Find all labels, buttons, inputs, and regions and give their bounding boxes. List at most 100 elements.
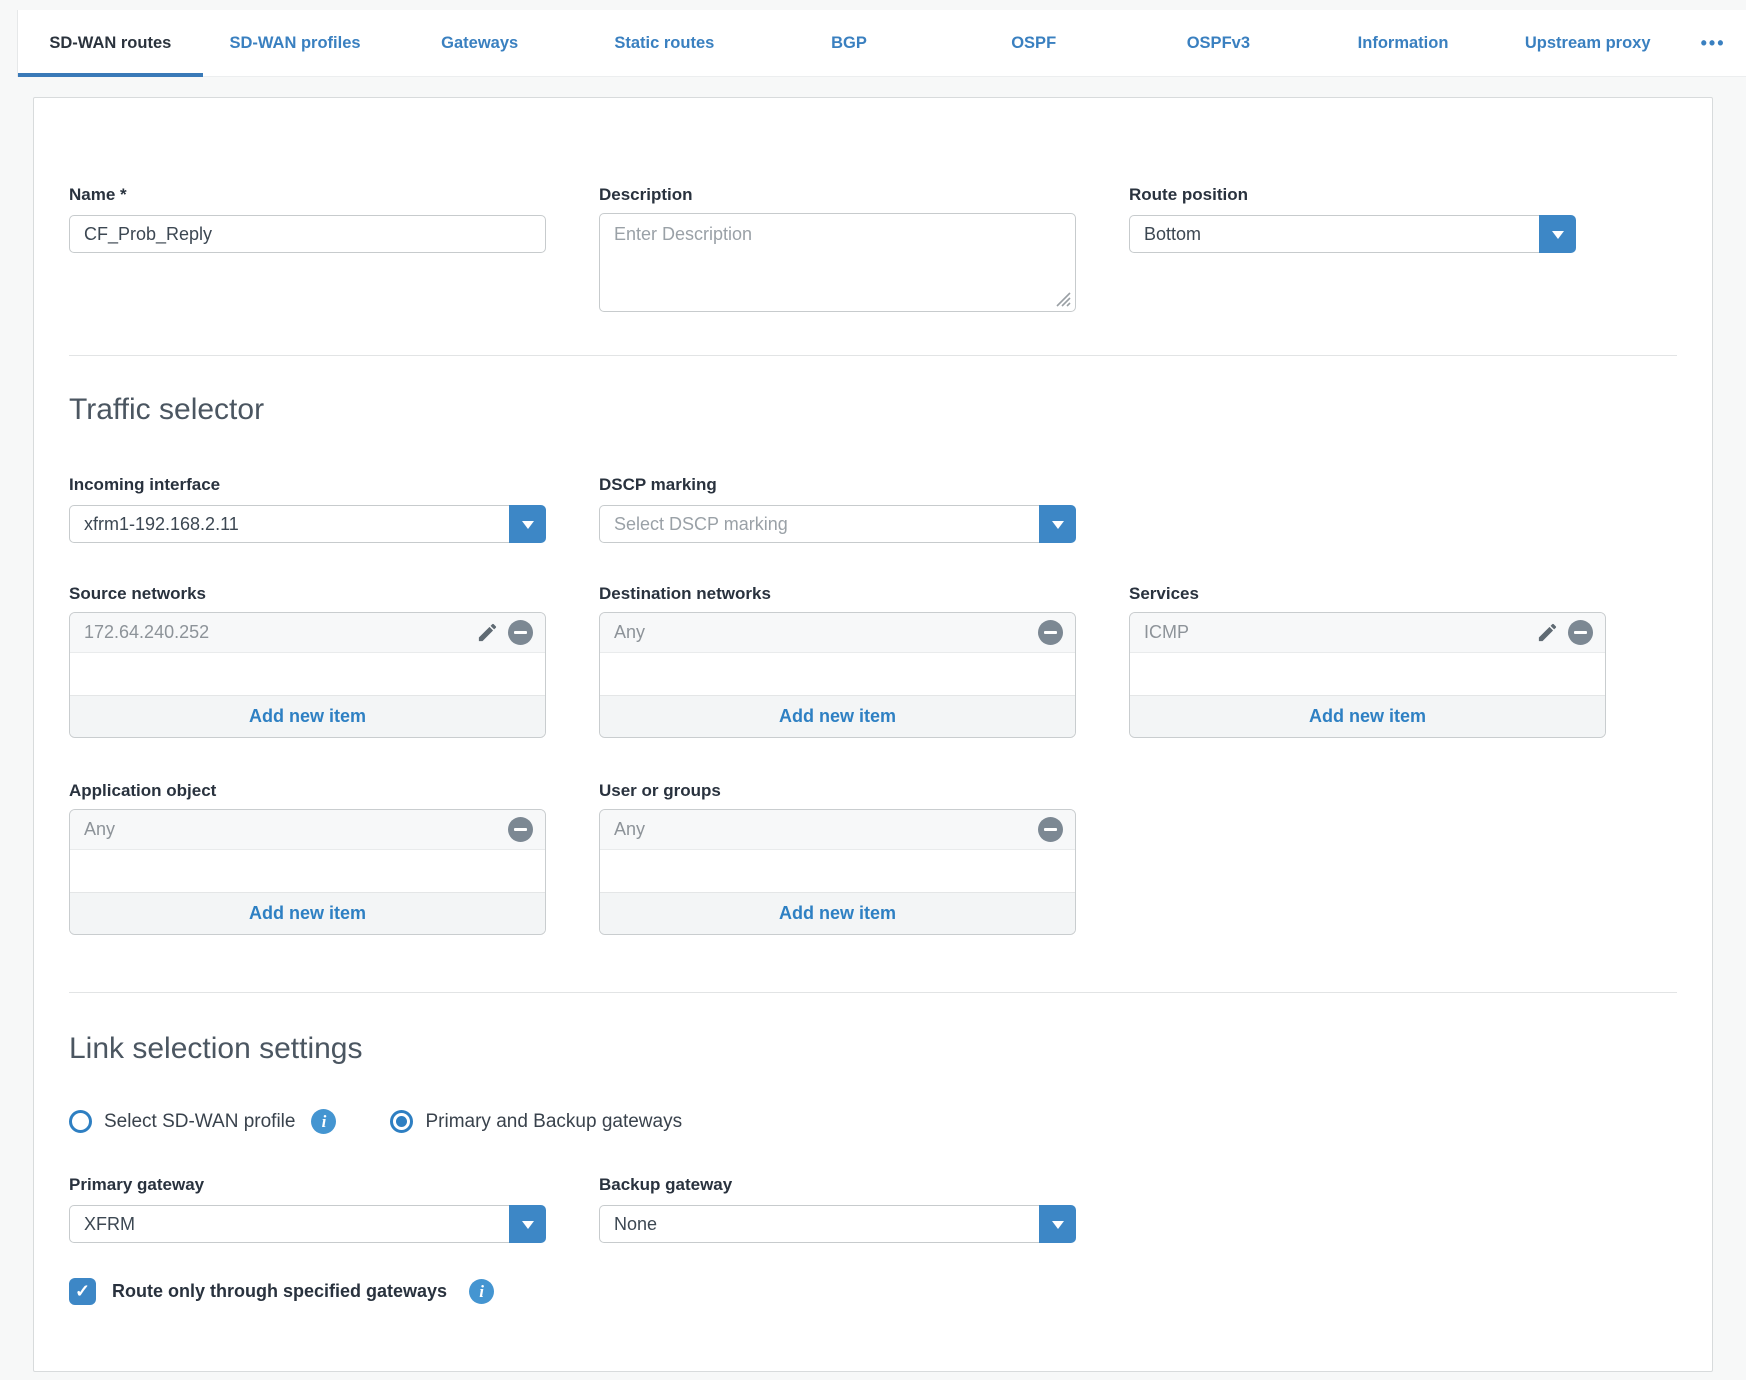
primary-gateway-value[interactable]: XFRM bbox=[69, 1205, 509, 1243]
route-position-dropdown[interactable]: Bottom bbox=[1129, 215, 1576, 253]
services-group: Services ICMP Add new item bbox=[1129, 583, 1606, 738]
incoming-interface-label: Incoming interface bbox=[69, 474, 546, 495]
link-selection-options: Select SD-WAN profile Primary and Backup… bbox=[34, 1109, 1712, 1134]
interface-dscp-row: Incoming interface xfrm1-192.168.2.11 DS… bbox=[34, 474, 1712, 543]
radio-primary-backup-gateways[interactable] bbox=[390, 1110, 413, 1133]
application-object-label: Application object bbox=[69, 780, 546, 801]
chevron-down-icon[interactable] bbox=[1539, 215, 1576, 253]
radio-select-sdwan-profile[interactable] bbox=[69, 1110, 92, 1133]
route-position-field-group: Route position Bottom bbox=[1129, 184, 1606, 253]
name-label: Name * bbox=[69, 184, 546, 205]
application-object-group: Application object Any Add new item bbox=[69, 780, 546, 935]
dscp-marking-placeholder[interactable]: Select DSCP marking bbox=[599, 505, 1039, 543]
tab-gateways[interactable]: Gateways bbox=[387, 10, 572, 76]
traffic-selector-title: Traffic selector bbox=[34, 392, 1712, 428]
radio-sdwan-profile-label: Select SD-WAN profile bbox=[104, 1111, 295, 1133]
services-box: ICMP Add new item bbox=[1129, 612, 1606, 738]
add-application-object-button[interactable]: Add new item bbox=[70, 892, 545, 934]
add-service-button[interactable]: Add new item bbox=[1130, 695, 1605, 737]
tab-sdwan-profiles[interactable]: SD-WAN profiles bbox=[203, 10, 388, 76]
list-empty-area bbox=[600, 850, 1075, 892]
application-object-box: Any Add new item bbox=[69, 809, 546, 935]
list-item: Any bbox=[70, 810, 545, 850]
primary-gateway-label: Primary gateway bbox=[69, 1174, 546, 1195]
backup-gateway-group: Backup gateway None bbox=[599, 1174, 1076, 1243]
tab-sdwan-routes[interactable]: SD-WAN routes bbox=[18, 10, 203, 76]
route-only-checkbox[interactable] bbox=[69, 1278, 96, 1305]
tab-ospfv3[interactable]: OSPFv3 bbox=[1126, 10, 1311, 76]
description-label: Description bbox=[599, 184, 1076, 205]
tab-ospf[interactable]: OSPF bbox=[941, 10, 1126, 76]
chevron-down-icon[interactable] bbox=[1039, 1205, 1076, 1243]
sdwan-route-form-card: Name * Description Route position Bottom bbox=[33, 97, 1713, 1372]
source-networks-group: Source networks 172.64.240.252 Add new i… bbox=[69, 583, 546, 738]
remove-item-icon[interactable] bbox=[508, 817, 533, 842]
list-empty-area bbox=[70, 653, 545, 695]
more-tabs-icon[interactable]: ••• bbox=[1680, 10, 1746, 76]
info-icon[interactable] bbox=[469, 1279, 494, 1304]
description-field-group: Description bbox=[599, 184, 1076, 312]
incoming-interface-value[interactable]: xfrm1-192.168.2.11 bbox=[69, 505, 509, 543]
edit-icon[interactable] bbox=[476, 621, 499, 644]
app-users-row: Application object Any Add new item User… bbox=[34, 780, 1712, 935]
services-label: Services bbox=[1129, 583, 1606, 604]
edit-icon[interactable] bbox=[1536, 621, 1559, 644]
backup-gateway-dropdown[interactable]: None bbox=[599, 1205, 1076, 1243]
backup-gateway-value[interactable]: None bbox=[599, 1205, 1039, 1243]
chevron-down-icon[interactable] bbox=[509, 1205, 546, 1243]
remove-item-icon[interactable] bbox=[1568, 620, 1593, 645]
list-item: Any bbox=[600, 810, 1075, 850]
dscp-marking-dropdown[interactable]: Select DSCP marking bbox=[599, 505, 1076, 543]
networks-services-row: Source networks 172.64.240.252 Add new i… bbox=[34, 583, 1712, 738]
tab-upstream-proxy[interactable]: Upstream proxy bbox=[1495, 10, 1680, 76]
radio-primary-backup-label: Primary and Backup gateways bbox=[425, 1111, 682, 1133]
destination-network-value: Any bbox=[614, 622, 645, 643]
destination-networks-box: Any Add new item bbox=[599, 612, 1076, 738]
tab-static-routes[interactable]: Static routes bbox=[572, 10, 757, 76]
info-icon[interactable] bbox=[311, 1109, 336, 1134]
service-value: ICMP bbox=[1144, 622, 1189, 643]
name-field-group: Name * bbox=[69, 184, 546, 253]
route-only-label: Route only through specified gateways bbox=[112, 1281, 447, 1302]
remove-item-icon[interactable] bbox=[1038, 817, 1063, 842]
tab-information[interactable]: Information bbox=[1311, 10, 1496, 76]
add-source-network-button[interactable]: Add new item bbox=[70, 695, 545, 737]
chevron-down-icon[interactable] bbox=[1039, 505, 1076, 543]
list-empty-area bbox=[600, 653, 1075, 695]
list-item: ICMP bbox=[1130, 613, 1605, 653]
primary-gateway-group: Primary gateway XFRM bbox=[69, 1174, 546, 1243]
route-only-row: Route only through specified gateways bbox=[34, 1278, 1712, 1305]
tab-bar: SD-WAN routes SD-WAN profiles Gateways S… bbox=[17, 10, 1746, 77]
primary-gateway-dropdown[interactable]: XFRM bbox=[69, 1205, 546, 1243]
gateways-row: Primary gateway XFRM Backup gateway None bbox=[34, 1174, 1712, 1243]
section-divider bbox=[69, 992, 1677, 993]
incoming-interface-group: Incoming interface xfrm1-192.168.2.11 bbox=[69, 474, 546, 543]
destination-networks-label: Destination networks bbox=[599, 583, 1076, 604]
incoming-interface-dropdown[interactable]: xfrm1-192.168.2.11 bbox=[69, 505, 546, 543]
remove-item-icon[interactable] bbox=[1038, 620, 1063, 645]
link-selection-title: Link selection settings bbox=[34, 1031, 1712, 1067]
dscp-marking-label: DSCP marking bbox=[599, 474, 1076, 495]
description-textarea[interactable] bbox=[599, 213, 1076, 312]
source-networks-box: 172.64.240.252 Add new item bbox=[69, 612, 546, 738]
add-destination-network-button[interactable]: Add new item bbox=[600, 695, 1075, 737]
application-object-value: Any bbox=[84, 819, 115, 840]
destination-networks-group: Destination networks Any Add new item bbox=[599, 583, 1076, 738]
list-item: Any bbox=[600, 613, 1075, 653]
route-position-value[interactable]: Bottom bbox=[1129, 215, 1539, 253]
add-user-group-button[interactable]: Add new item bbox=[600, 892, 1075, 934]
user-groups-value: Any bbox=[614, 819, 645, 840]
list-empty-area bbox=[70, 850, 545, 892]
backup-gateway-label: Backup gateway bbox=[599, 1174, 1076, 1195]
section-divider bbox=[69, 355, 1677, 356]
route-position-label: Route position bbox=[1129, 184, 1606, 205]
source-network-value: 172.64.240.252 bbox=[84, 622, 209, 643]
user-groups-group: User or groups Any Add new item bbox=[599, 780, 1076, 935]
remove-item-icon[interactable] bbox=[508, 620, 533, 645]
name-input[interactable] bbox=[69, 215, 546, 253]
chevron-down-icon[interactable] bbox=[509, 505, 546, 543]
user-groups-label: User or groups bbox=[599, 780, 1076, 801]
general-settings-row: Name * Description Route position Bottom bbox=[34, 184, 1712, 312]
list-item: 172.64.240.252 bbox=[70, 613, 545, 653]
tab-bgp[interactable]: BGP bbox=[757, 10, 942, 76]
